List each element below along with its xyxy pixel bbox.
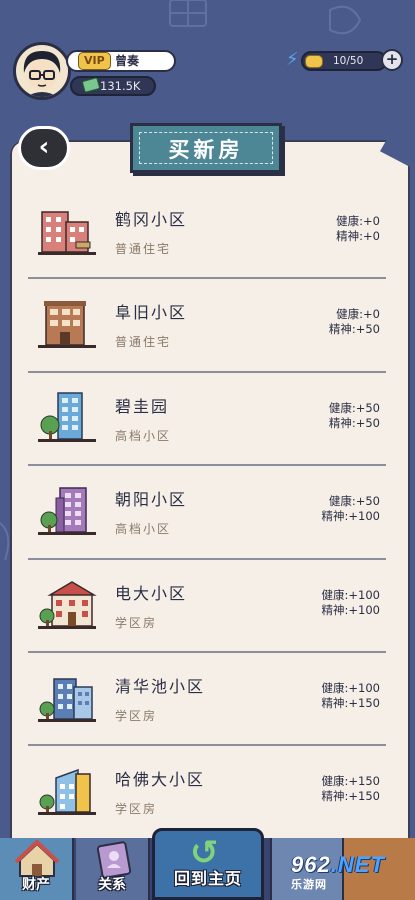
watermark-logo: 962.NET [291, 852, 411, 878]
blue-apartment-icon [38, 678, 96, 722]
vip-badge[interactable]: VIP [78, 52, 111, 70]
energy-value: 10/50 [333, 55, 364, 67]
health-bonus: 健康:+100 [321, 587, 380, 602]
tab-property-label: 财产 [22, 877, 50, 893]
house-stats: 健康:+50 精神:+50 [329, 401, 380, 431]
house-stats: 健康:+100 精神:+150 [322, 681, 380, 711]
player-name: 曾奏 [115, 54, 140, 68]
watermark-logo-domain: .NET [330, 852, 385, 877]
house-stats: 健康:+50 精神:+100 [322, 494, 380, 524]
home-button-label: 回到主页 [173, 869, 242, 888]
spirit-bonus: 精神:+0 [336, 229, 380, 243]
school-building-icon [38, 580, 97, 629]
list-item[interactable]: 碧圭园 高档小区 健康:+50 精神:+50 [28, 373, 386, 467]
house-stats: 健康:+0 精神:+0 [336, 214, 380, 244]
house-type: 高档小区 [115, 428, 172, 443]
brown-old-building-icon [38, 301, 96, 349]
house-type: 学区房 [115, 615, 158, 630]
list-item[interactable]: 电大小区 学区房 健康:+100 精神:+100 [28, 560, 386, 653]
house-name: 清华池小区 [115, 676, 206, 696]
health-bonus: 健康:+50 [328, 494, 380, 509]
modern-building-icon [38, 769, 96, 816]
house-type: 高档小区 [115, 522, 172, 537]
list-item[interactable]: 朝阳小区 高档小区 健康:+50 精神:+100 [28, 466, 386, 560]
site-watermark: 962.NET 乐游网 [291, 852, 411, 896]
health-bonus: 健康:+0 [336, 214, 380, 228]
energy-fill [305, 55, 323, 68]
tab-relations-label: 关系 [98, 877, 126, 893]
house-type: 学区房 [115, 708, 158, 723]
house-name: 阜旧小区 [115, 303, 188, 323]
list-item[interactable]: 鹤冈小区 普通住宅 健康:+0 精神:+0 [28, 186, 386, 280]
add-energy-button[interactable]: + [381, 49, 403, 71]
watermark-site-name: 乐游网 [291, 879, 327, 891]
red-apartment-building-icon [38, 211, 96, 255]
house-stats: 健康:+0 精神:+50 [329, 307, 380, 337]
spirit-bonus: 精神:+150 [321, 695, 380, 710]
back-button[interactable]: ‹ [18, 126, 70, 170]
house-name: 鹤冈小区 [115, 210, 188, 229]
list-item[interactable]: 哈佛大小区 学区房 健康:+150 精神:+150 [28, 746, 386, 839]
home-button[interactable]: ↺ 回到主页 [152, 828, 264, 900]
purple-tower-icon [38, 487, 96, 536]
energy-bolt-icon: ⚡ [286, 49, 299, 70]
health-bonus: 健康:+50 [328, 400, 380, 415]
money-amount: 131.5K [100, 79, 141, 93]
list-item[interactable]: 清华池小区 学区房 健康:+100 精神:+150 [28, 653, 386, 747]
house-type: 学区房 [115, 802, 158, 817]
watermark-logo-number: 962 [291, 852, 331, 877]
house-type: 普通住宅 [115, 335, 172, 350]
house-name: 朝阳小区 [115, 490, 188, 510]
contacts-book-icon [96, 841, 132, 879]
tab-relations[interactable]: 关系 [76, 838, 150, 900]
player-avatar[interactable] [13, 42, 71, 100]
house-stats: 健康:+100 精神:+100 [322, 588, 380, 618]
spirit-bonus: 精神:+100 [321, 602, 380, 617]
health-bonus: 健康:+0 [336, 307, 380, 322]
title-banner: 买新房 [130, 123, 282, 173]
house-name: 碧圭园 [115, 396, 170, 416]
list-item[interactable]: 阜旧小区 普通住宅 健康:+0 精神:+50 [28, 279, 386, 373]
spirit-bonus: 精神:+50 [328, 322, 380, 337]
health-bonus: 健康:+100 [321, 680, 380, 695]
house-stats: 健康:+150 精神:+150 [322, 774, 380, 804]
house-name: 电大小区 [115, 583, 188, 603]
spirit-bonus: 精神:+100 [321, 509, 380, 524]
page-title: 买新房 [168, 138, 244, 162]
house-list: 鹤冈小区 普通住宅 健康:+0 精神:+0 阜旧小区 普通住宅 健康:+0 精神… [28, 186, 386, 840]
player-face-icon [23, 51, 61, 97]
spirit-bonus: 精神:+150 [321, 789, 380, 804]
tab-property[interactable]: 财产 [0, 838, 74, 900]
house-type: 普通住宅 [115, 242, 172, 256]
spirit-bonus: 精神:+50 [328, 415, 380, 430]
health-bonus: 健康:+150 [321, 774, 380, 789]
house-name: 哈佛大小区 [115, 770, 206, 790]
house-icon [14, 839, 60, 877]
blue-tower-icon [38, 392, 96, 442]
